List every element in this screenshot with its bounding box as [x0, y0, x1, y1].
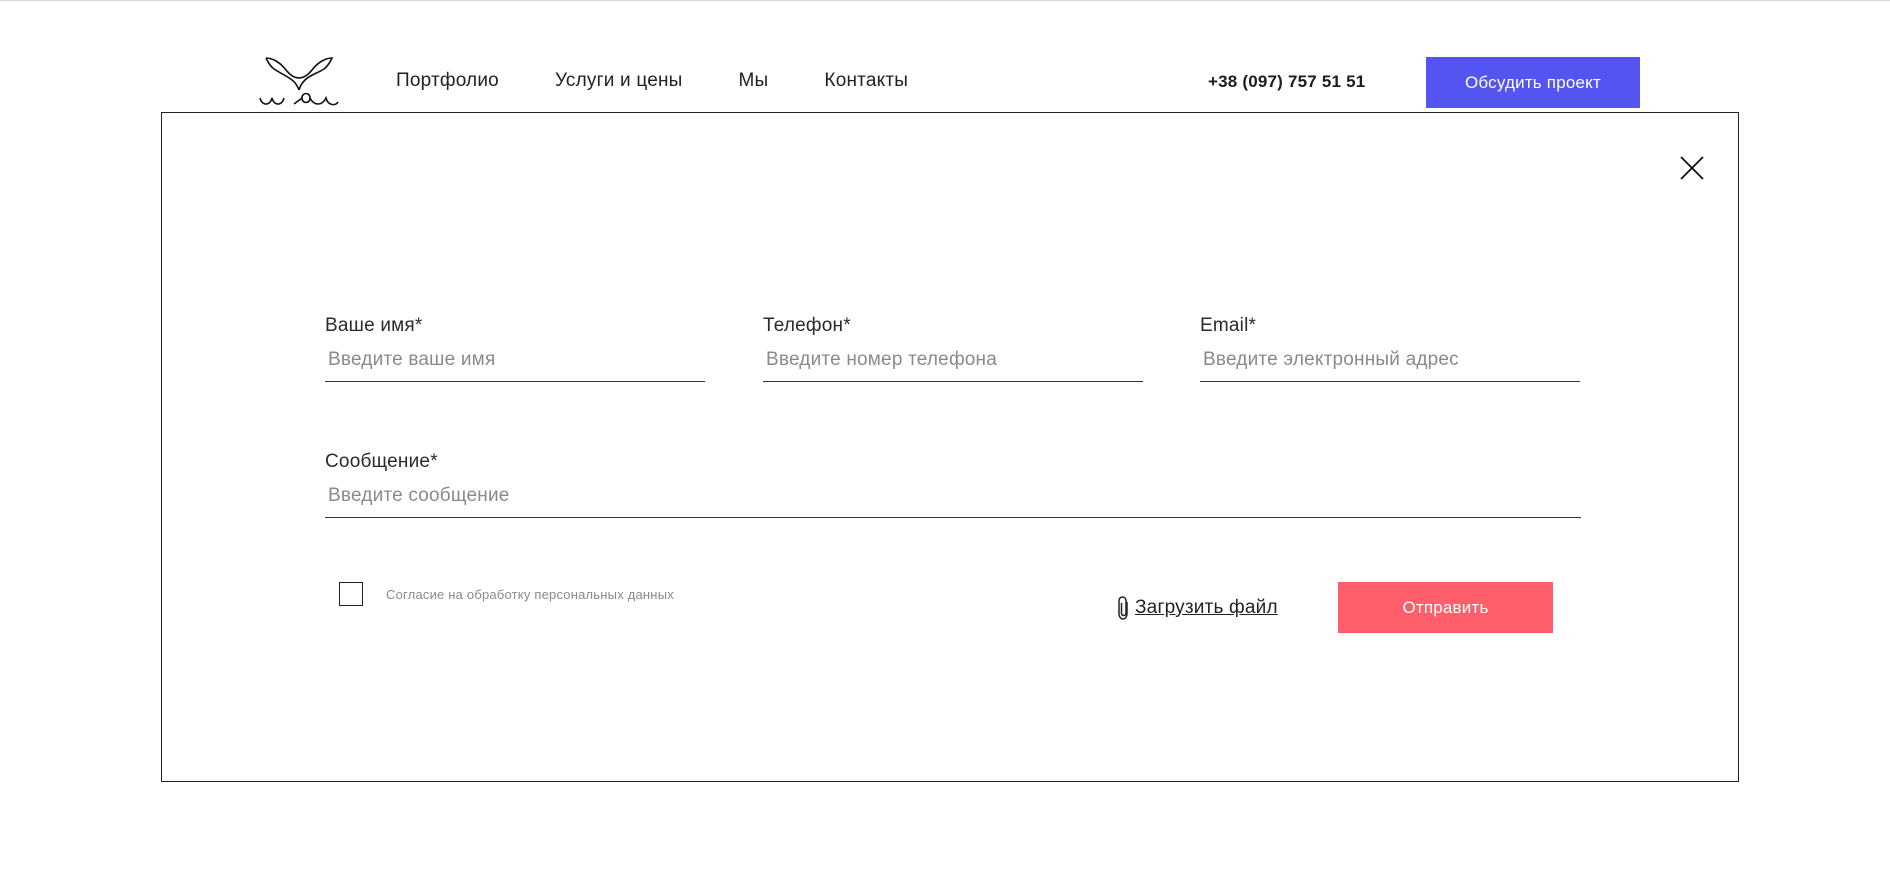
upload-file-label[interactable]: Загрузить файл [1135, 597, 1278, 619]
name-input[interactable] [325, 349, 705, 382]
nav-item-about[interactable]: Мы [739, 70, 769, 92]
whale-tail-logo-icon[interactable] [258, 52, 340, 108]
discuss-project-button[interactable]: Обсудить проект [1426, 57, 1640, 108]
nav-item-contacts[interactable]: Контакты [824, 70, 908, 92]
paperclip-icon [1118, 596, 1128, 620]
phone-number[interactable]: +38 (097) 757 51 51 [1208, 72, 1365, 92]
site-header: Портфолио Услуги и цены Мы Контакты +38 … [0, 0, 1890, 112]
name-label: Ваше имя* [325, 315, 423, 336]
nav-item-portfolio[interactable]: Портфолио [396, 70, 499, 92]
message-label: Сообщение* [325, 451, 438, 472]
contact-form-modal: Ваше имя* Телефон* Email* Сообщение* Сог… [161, 112, 1739, 782]
phone-label: Телефон* [763, 315, 851, 336]
close-icon[interactable] [1677, 153, 1707, 183]
name-field: Ваше имя* [325, 315, 705, 382]
message-field: Сообщение* [325, 451, 1581, 518]
submit-button[interactable]: Отправить [1338, 582, 1553, 633]
consent-checkbox[interactable] [339, 582, 363, 606]
consent-row: Согласие на обработку персональных данны… [339, 582, 674, 606]
email-input[interactable] [1200, 349, 1580, 382]
phone-field: Телефон* [763, 315, 1143, 382]
email-field: Email* [1200, 315, 1580, 382]
consent-label: Согласие на обработку персональных данны… [386, 586, 674, 602]
phone-input[interactable] [763, 349, 1143, 382]
message-input[interactable] [325, 485, 1581, 518]
upload-file-link[interactable]: Загрузить файл [1117, 595, 1278, 621]
email-label: Email* [1200, 315, 1257, 336]
main-nav: Портфолио Услуги и цены Мы Контакты [396, 70, 964, 92]
nav-item-services[interactable]: Услуги и цены [555, 70, 683, 92]
